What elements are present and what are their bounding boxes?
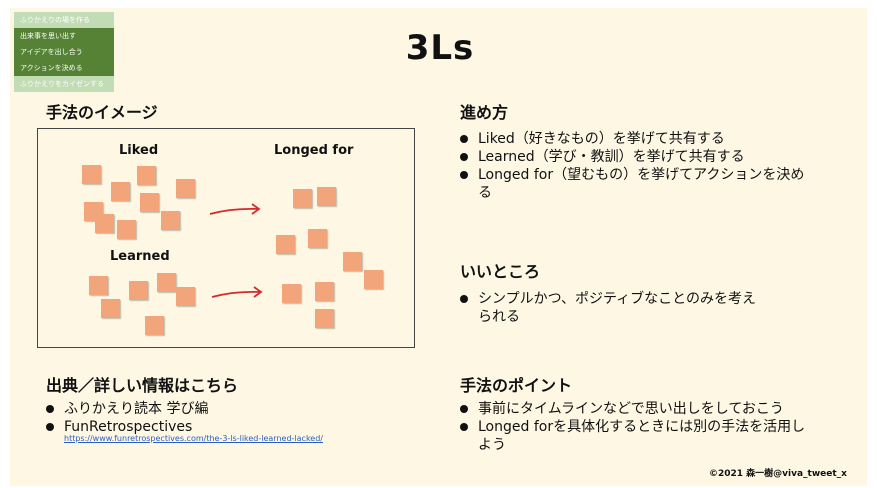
sticky-note xyxy=(89,276,108,295)
sticky-note xyxy=(140,193,159,212)
nav-item-recall-events[interactable]: 出来事を思い出す xyxy=(14,28,114,44)
source-link[interactable]: https://www.funretrospectives.com/the-3-… xyxy=(64,434,323,443)
list-item: ふりかえり読本 学び編 xyxy=(44,400,374,418)
sticky-note xyxy=(176,287,195,306)
sticky-note xyxy=(364,270,383,289)
method-diagram: Liked Longed for Learned xyxy=(37,128,415,348)
arrow-right-icon xyxy=(211,286,263,298)
sticky-note xyxy=(161,211,180,230)
image-section-heading: 手法のイメージ xyxy=(46,103,158,122)
sticky-note xyxy=(308,229,327,248)
sticky-note xyxy=(111,182,130,201)
sticky-note xyxy=(176,179,195,198)
page-title: 3Ls xyxy=(405,28,475,68)
list-item: シンプルかつ、ポジティブなことのみを考えられる xyxy=(458,290,768,326)
nav-item-create-place[interactable]: ふりかえりの場を作る xyxy=(14,12,114,28)
good-points-list: シンプルかつ、ポジティブなことのみを考えられる xyxy=(458,290,778,326)
steps-heading: 進め方 xyxy=(460,103,509,122)
sticky-note xyxy=(101,299,120,318)
copyright-text: ©2021 森一樹@viva_tweet_x xyxy=(708,469,847,479)
nav-item-decide-actions[interactable]: アクションを決める xyxy=(14,60,114,76)
tips-list: 事前にタイムラインなどで思い出しをしておこう Longed forを具体化すると… xyxy=(458,400,848,454)
good-points-heading: いいところ xyxy=(460,262,541,281)
sticky-note xyxy=(117,220,136,239)
tips-heading: 手法のポイント xyxy=(460,376,573,395)
sticky-note xyxy=(157,273,176,292)
list-item: 事前にタイムラインなどで思い出しをしておこう xyxy=(458,400,848,418)
process-navigation: ふりかえりの場を作る 出来事を思い出す アイデアを出し合う アクションを決める … xyxy=(14,12,114,92)
sticky-note xyxy=(137,166,156,185)
sources-heading: 出典／詳しい情報はこちら xyxy=(46,376,239,395)
label-learned: Learned xyxy=(110,249,170,264)
sticky-note xyxy=(282,284,301,303)
label-longed-for: Longed for xyxy=(274,143,354,158)
sources-list: ふりかえり読本 学び編 FunRetrospectives xyxy=(44,400,374,436)
list-item: Liked（好きなもの）を挙げて共有する xyxy=(458,130,828,148)
sticky-note xyxy=(315,309,334,328)
sticky-note xyxy=(95,214,114,233)
nav-item-improve-retro[interactable]: ふりかえりをカイゼンする xyxy=(14,76,114,92)
list-item: Longed for（望むもの）を挙げてアクションを決める xyxy=(458,166,818,202)
sticky-note xyxy=(276,235,295,254)
sticky-note xyxy=(315,282,334,301)
arrow-right-icon xyxy=(209,203,261,215)
label-liked: Liked xyxy=(119,143,159,158)
sticky-note xyxy=(129,281,148,300)
sticky-note xyxy=(293,189,312,208)
nav-item-generate-ideas[interactable]: アイデアを出し合う xyxy=(14,44,114,60)
list-item: Learned（学び・教訓）を挙げて共有する xyxy=(458,148,828,166)
sticky-note xyxy=(343,252,362,271)
sticky-note xyxy=(145,316,164,335)
steps-list: Liked（好きなもの）を挙げて共有する Learned（学び・教訓）を挙げて共… xyxy=(458,130,828,202)
list-item: Longed forを具体化するときには別の手法を活用しよう xyxy=(458,418,808,454)
sticky-note xyxy=(82,165,101,184)
sticky-note xyxy=(317,187,336,206)
